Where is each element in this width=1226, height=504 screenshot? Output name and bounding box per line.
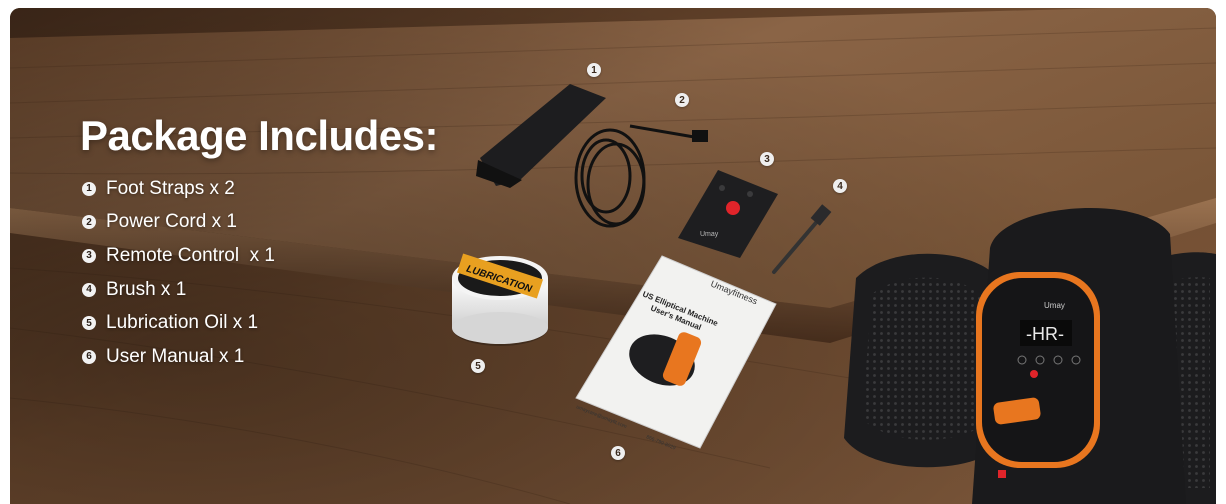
console-display: -HR- — [1026, 324, 1064, 344]
list-item: 2 Power Cord x 1 — [82, 206, 275, 240]
list-item: 4 Brush x 1 — [82, 273, 275, 307]
item-number-badge: 3 — [82, 248, 96, 263]
item-number-badge: 4 — [82, 282, 96, 297]
item-label: Foot Straps x 2 — [106, 177, 235, 199]
item-number-badge: 1 — [82, 181, 96, 196]
item-label: Power Cord x 1 — [106, 211, 237, 233]
item-number-badge: 2 — [82, 215, 96, 230]
callout-6: 6 — [611, 446, 625, 460]
item-label: User Manual x 1 — [106, 345, 245, 367]
item-label: Remote Control x 1 — [106, 244, 275, 266]
item-number-badge: 5 — [82, 316, 96, 331]
list-item: 5 Lubrication Oil x 1 — [82, 306, 275, 340]
callout-2: 2 — [675, 93, 689, 107]
product-banner: Umay LUBRICATION Umayfitness US Elliptic… — [10, 8, 1216, 504]
callout-3: 3 — [760, 152, 774, 166]
list-item: 6 User Manual x 1 — [82, 340, 275, 374]
remote-brand: Umay — [700, 231, 719, 238]
callout-4: 4 — [833, 179, 847, 193]
list-item: 1 Foot Straps x 2 — [82, 172, 275, 206]
item-label: Brush x 1 — [106, 278, 187, 300]
list-item: 3 Remote Control x 1 — [82, 239, 275, 273]
callout-5: 5 — [471, 359, 485, 373]
console-brand: Umay — [1044, 301, 1065, 310]
lubrication-tin-illustration: LUBRICATION — [452, 253, 548, 346]
item-number-badge: 6 — [82, 349, 96, 364]
page-title: Package Includes: — [80, 112, 439, 159]
package-list: 1 Foot Straps x 2 2 Power Cord x 1 3 Rem… — [82, 172, 275, 374]
callout-1: 1 — [587, 63, 601, 77]
item-label: Lubrication Oil x 1 — [106, 312, 259, 334]
